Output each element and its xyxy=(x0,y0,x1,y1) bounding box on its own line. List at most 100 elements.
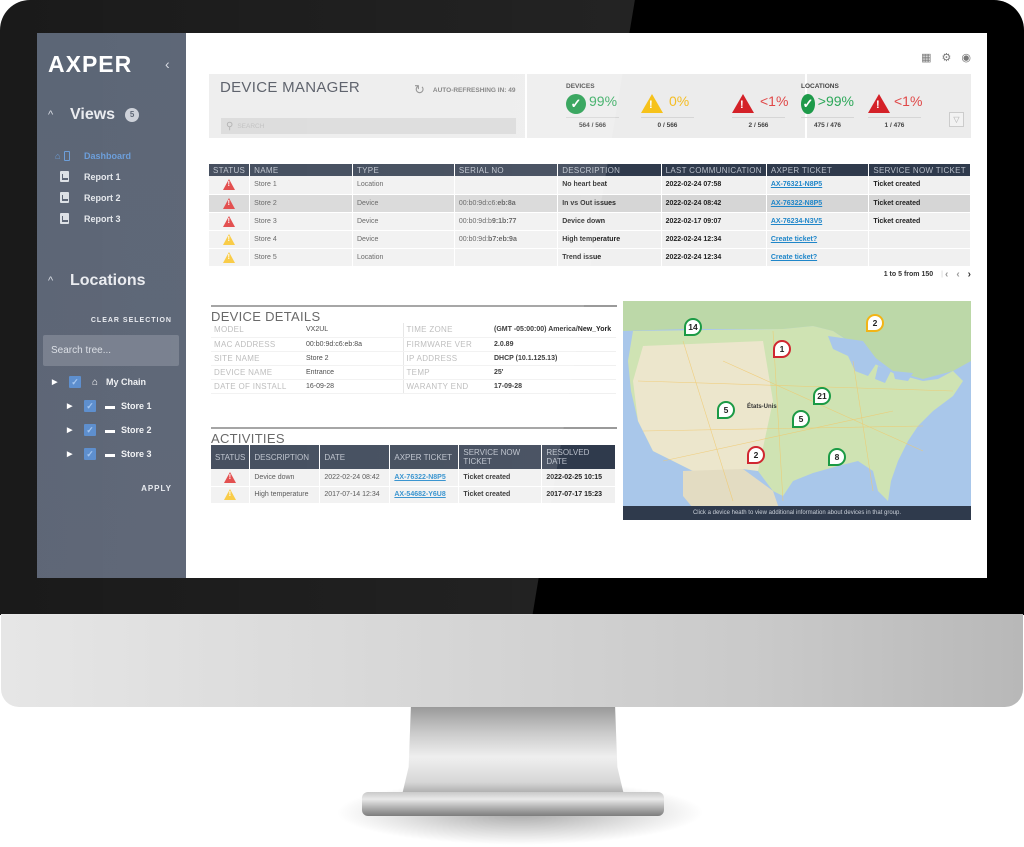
create-ticket-link[interactable]: Create ticket? xyxy=(771,254,817,261)
sidebar-item-dashboard[interactable]: ⌂ Dashboard xyxy=(55,145,131,166)
column-header[interactable]: DESCRIPTION xyxy=(249,445,321,469)
type-cell: Device xyxy=(352,230,455,249)
map-marker[interactable]: 1 xyxy=(773,340,791,358)
map-marker[interactable]: 14 xyxy=(684,318,702,336)
check-circle-icon: ✓ xyxy=(566,93,586,114)
column-header[interactable]: NAME xyxy=(249,164,353,176)
tree-node-store-1[interactable]: ▶ ✓ ▬ Store 1 xyxy=(52,394,152,418)
expand-icon[interactable]: ▶ xyxy=(52,378,61,386)
activity-row[interactable]: High temperature 2017-07-14 12:34 AX-546… xyxy=(211,486,616,504)
locations-error-pct: <1% xyxy=(894,92,923,109)
tree-search-input[interactable] xyxy=(43,335,179,366)
clear-selection-button[interactable]: CLEAR SELECTION xyxy=(91,317,172,324)
chevron-left-icon[interactable]: ‹ xyxy=(165,56,170,72)
serial-prefix: 00:b0:9d: xyxy=(458,235,489,243)
tree-node-store-3[interactable]: ▶ ✓ ▬ Store 3 xyxy=(52,442,152,466)
detail-value: DHCP (10.1.125.13) xyxy=(491,351,616,366)
locations-error-stat[interactable]: <1% 1 / 476 xyxy=(868,92,923,129)
axper-ticket-link[interactable]: AX-76321-N8P5 xyxy=(771,181,822,188)
last-comm-cell: 2022-02-24 12:34 xyxy=(661,230,767,249)
expand-icon[interactable]: ▶ xyxy=(67,402,76,410)
refresh-icon[interactable]: ↻ xyxy=(414,82,425,98)
table-header-row: STATUS NAME TYPE SERIAL NO DESCRIPTION L… xyxy=(209,164,971,176)
checkbox[interactable]: ✓ xyxy=(84,448,96,460)
checkbox[interactable]: ✓ xyxy=(84,424,96,436)
apply-button[interactable]: APPLY xyxy=(141,484,172,493)
filter-icon[interactable]: ▽ xyxy=(949,112,964,127)
table-row[interactable]: Store 3 Device 00:b0:9d:b9:1b:77 Device … xyxy=(209,212,971,231)
column-header[interactable]: SERVICE NOW TICKET xyxy=(458,445,543,469)
map-marker[interactable]: 21 xyxy=(813,387,831,405)
locations-section-header[interactable]: ^ Locations xyxy=(48,272,146,290)
column-header[interactable]: RESOLVED DATE xyxy=(541,445,616,469)
devices-warning-stat[interactable]: 0% 0 / 566 xyxy=(641,92,694,129)
axper-ticket-link[interactable]: AX-76322-N8P5 xyxy=(771,200,822,207)
map-marker[interactable]: 2 xyxy=(747,446,765,464)
axper-ticket-link[interactable]: AX-76234-N3V5 xyxy=(771,218,822,225)
activity-row[interactable]: Device down 2022-02-24 08:42 AX-76322-N8… xyxy=(211,469,616,487)
gear-icon[interactable]: ⚙ xyxy=(942,51,952,64)
checkbox[interactable]: ✓ xyxy=(84,400,96,412)
search-box[interactable]: ⚲ xyxy=(221,118,516,134)
auto-refresh: ↻ AUTO-REFRESHING IN: 49 xyxy=(414,82,516,98)
locations-ok-stat[interactable]: ✓ >99% 475 / 476 xyxy=(801,92,854,129)
detail-key: DATE OF INSTALL xyxy=(211,379,303,394)
table-row[interactable]: Store 4 Device 00:b0:9d:b7:eb:9a High te… xyxy=(209,230,971,249)
checkbox[interactable]: ✓ xyxy=(69,376,81,388)
user-icon[interactable]: ◉ xyxy=(961,51,971,64)
map-marker[interactable]: 8 xyxy=(828,448,846,466)
column-header[interactable]: DATE xyxy=(319,445,391,469)
column-header[interactable]: LAST COMMUNICATION xyxy=(661,164,767,176)
column-header[interactable]: TYPE xyxy=(352,164,455,176)
column-header[interactable]: SERVICE NOW TICKET xyxy=(868,164,971,176)
sidebar-item-report-1[interactable]: Report 1 xyxy=(55,166,131,187)
map-marker[interactable]: 5 xyxy=(792,410,810,428)
sidebar-item-report-3[interactable]: Report 3 xyxy=(55,208,131,229)
column-header[interactable]: DESCRIPTION xyxy=(557,164,662,176)
create-ticket-link[interactable]: Create ticket? xyxy=(771,236,817,243)
locations-ok-pct: >99% xyxy=(817,92,854,109)
tree-node-label: Store 2 xyxy=(121,425,152,435)
tree-node-my-chain[interactable]: ▶ ✓ ⌂ My Chain xyxy=(52,370,152,394)
detail-key: SITE NAME xyxy=(211,351,303,366)
serial-cell xyxy=(454,176,559,195)
column-header[interactable]: STATUS xyxy=(211,445,251,469)
device-map[interactable]: États-Unis 14 2 1 21 5 5 2 8 Click a dev… xyxy=(623,301,971,520)
column-header[interactable]: AXPER TICKET xyxy=(389,445,460,469)
column-header[interactable]: AXPER TICKET xyxy=(766,164,870,176)
detail-key: FIRMWARE VER xyxy=(402,337,491,352)
expand-icon[interactable]: ▶ xyxy=(67,450,76,458)
warning-icon xyxy=(224,489,237,500)
error-icon xyxy=(223,197,236,209)
devices-ok-stat[interactable]: ✓ 99% 564 / 566 xyxy=(566,92,619,129)
devices-error-count: 2 / 566 xyxy=(732,117,785,129)
search-input[interactable] xyxy=(237,122,508,130)
prev-page-icon[interactable]: ‹ xyxy=(956,269,959,280)
column-header[interactable]: SERIAL NO xyxy=(454,164,559,176)
header-panel: DEVICE MANAGER ↻ AUTO-REFRESHING IN: 49 … xyxy=(209,74,971,138)
views-section-header[interactable]: ^ Views 5 xyxy=(48,106,140,124)
next-page-icon[interactable]: › xyxy=(968,269,971,280)
detail-key: MAC ADDRESS xyxy=(211,337,303,352)
logo: AXPER xyxy=(48,51,133,77)
tree-node-store-2[interactable]: ▶ ✓ ▬ Store 2 xyxy=(52,418,152,442)
table-row[interactable]: Store 1 Location No heart beat 2022-02-2… xyxy=(209,176,971,195)
axper-ticket-link[interactable]: AX-76322-N8P5 xyxy=(394,474,445,481)
table-row[interactable]: Store 2 Device 00:b0:9d:c6:eb:8a In vs O… xyxy=(209,194,971,213)
map-marker[interactable]: 2 xyxy=(866,314,884,332)
description-cell: No heart beat xyxy=(557,176,662,195)
device-icon xyxy=(64,150,71,161)
table-row[interactable]: Store 5 Location Trend issue 2022-02-24 … xyxy=(209,248,971,267)
error-icon xyxy=(868,94,890,113)
devices-error-stat[interactable]: <1% 2 / 566 xyxy=(732,92,788,129)
grid-icon[interactable]: ▦ xyxy=(921,51,931,64)
axper-ticket-link[interactable]: AX-54682-Y6U8 xyxy=(394,491,445,498)
detail-key: TIME ZONE xyxy=(402,323,491,338)
expand-icon[interactable]: ▶ xyxy=(67,426,76,434)
activity-description: High temperature xyxy=(249,486,321,504)
column-header[interactable]: STATUS xyxy=(209,164,251,176)
serial-suffix: eb:8a xyxy=(497,199,516,207)
map-marker[interactable]: 5 xyxy=(717,401,735,419)
first-page-icon[interactable]: ‹ xyxy=(945,269,948,280)
sidebar-item-report-2[interactable]: Report 2 xyxy=(55,187,131,208)
